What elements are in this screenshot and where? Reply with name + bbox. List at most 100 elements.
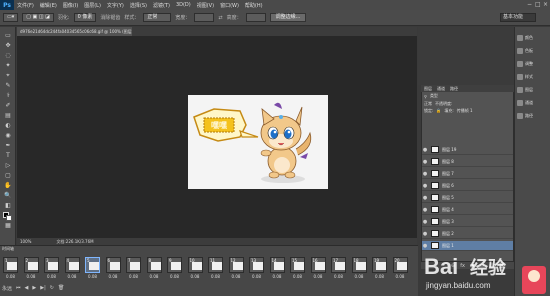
shape-tool-icon[interactable]: ▢: [2, 171, 14, 180]
visibility-eye-icon[interactable]: ●: [422, 219, 428, 225]
prev-frame-icon[interactable]: ◀: [25, 285, 29, 292]
visibility-eye-icon[interactable]: ●: [422, 171, 428, 177]
pen-tool-icon[interactable]: ✒: [2, 141, 14, 150]
unify-checkbox[interactable]: 传播帧 1: [457, 108, 473, 114]
frame-delay-select[interactable]: 0.08: [229, 274, 244, 280]
timeline-frame[interactable]: 12: [228, 257, 244, 273]
menu-filter[interactable]: 滤镜(T): [150, 2, 173, 9]
tab-channels[interactable]: 通道: [437, 85, 445, 92]
blend-mode-select[interactable]: 正常: [424, 101, 432, 107]
frame-delay-select[interactable]: 0.08: [85, 274, 100, 280]
crop-tool-icon[interactable]: ⌖: [2, 71, 14, 80]
dock-item-color[interactable]: 颜色: [517, 33, 549, 43]
document-info[interactable]: 文档:226.1K/3.76M: [56, 239, 93, 245]
selection-mode-icons[interactable]: ▢ ▣ ◫ ◪: [22, 13, 54, 22]
feather-input[interactable]: 0 像素: [73, 13, 97, 22]
layer-row[interactable]: ● 图层 19: [422, 145, 513, 155]
timeline-frame[interactable]: 10: [187, 257, 203, 273]
frame-delay-select[interactable]: 0.08: [147, 274, 162, 280]
timeline-frame[interactable]: 3: [44, 257, 59, 273]
frame-delay-select[interactable]: 0.08: [126, 274, 141, 280]
anti-alias-checkbox[interactable]: 消除锯齿: [100, 14, 120, 21]
frame-delay-select[interactable]: 0.08: [270, 274, 285, 280]
layer-row[interactable]: ● 图层 6: [422, 181, 513, 191]
frame-delay-select[interactable]: 0.08: [372, 274, 387, 280]
style-select[interactable]: 正常: [143, 13, 172, 22]
first-frame-icon[interactable]: ⏮: [16, 285, 21, 292]
filter-type-select[interactable]: 类型: [430, 93, 438, 99]
close-icon[interactable]: ×: [543, 1, 548, 8]
timeline-frame[interactable]: 16: [310, 257, 326, 273]
move-tool-icon[interactable]: ✥: [2, 41, 14, 50]
lasso-tool-icon[interactable]: ◌: [2, 51, 14, 60]
quick-select-tool-icon[interactable]: ✦: [2, 61, 14, 70]
history-brush-tool-icon[interactable]: ◐: [2, 121, 14, 130]
layer-row[interactable]: ● 图层 4: [422, 205, 513, 215]
frame-delay-select[interactable]: 0.08: [208, 274, 223, 280]
frame-delay-select[interactable]: 0.08: [3, 274, 18, 280]
document-tab[interactable]: d976e21d64dc244fa04034565c06c68.gif @ 10…: [17, 27, 132, 36]
marquee-tool-icon[interactable]: ▭: [2, 31, 14, 40]
frame-delay-select[interactable]: 0.08: [352, 274, 367, 280]
menu-view[interactable]: 视图(V): [194, 2, 217, 9]
timeline-frame[interactable]: 9: [167, 257, 182, 273]
dock-item-swatches[interactable]: 色板: [517, 46, 549, 56]
stamp-tool-icon[interactable]: ▤: [2, 111, 14, 120]
layer-row[interactable]: ● 图层 5: [422, 193, 513, 203]
type-tool-icon[interactable]: T: [2, 151, 14, 160]
play-icon[interactable]: ▶: [32, 285, 36, 292]
layer-row[interactable]: ● 图层 8: [422, 157, 513, 167]
timeline-frame[interactable]: 20: [392, 257, 408, 273]
filter-icon[interactable]: ⚲: [424, 94, 427, 99]
next-frame-icon[interactable]: ▶|: [40, 285, 46, 292]
timeline-frame[interactable]: 6: [105, 257, 121, 273]
dock-item-paths[interactable]: 路径: [517, 111, 549, 121]
menu-layer[interactable]: 图层(L): [81, 2, 104, 9]
frame-delay-select[interactable]: 0.08: [290, 274, 305, 280]
timeline-frame[interactable]: 15: [290, 257, 305, 273]
visibility-eye-icon[interactable]: ●: [422, 195, 428, 201]
frame-delay-select[interactable]: 0.08: [331, 274, 346, 280]
healing-tool-icon[interactable]: ⚕: [2, 91, 14, 100]
workspace-switcher[interactable]: 基本功能: [500, 13, 536, 22]
eyedropper-tool-icon[interactable]: ✎: [2, 81, 14, 90]
frame-delay-select[interactable]: 0.08: [106, 274, 121, 280]
timeline-frame[interactable]: 14: [269, 257, 285, 273]
timeline-frame[interactable]: 13: [249, 257, 264, 273]
menu-window[interactable]: 窗口(W): [217, 2, 242, 9]
timeline-frame[interactable]: 18: [351, 257, 367, 273]
dock-item-styles[interactable]: 样式: [517, 72, 549, 82]
timeline-frame[interactable]: 1: [3, 257, 18, 273]
eraser-tool-icon[interactable]: ◉: [2, 131, 14, 140]
menu-image[interactable]: 图像(I): [60, 2, 81, 9]
tab-paths[interactable]: 路径: [450, 85, 458, 92]
visibility-eye-icon[interactable]: ●: [422, 207, 428, 213]
visibility-eye-icon[interactable]: ●: [422, 147, 428, 153]
frame-delay-select[interactable]: 0.08: [249, 274, 264, 280]
visibility-eye-icon[interactable]: ●: [422, 231, 428, 237]
maximize-icon[interactable]: □: [535, 1, 541, 8]
tab-layers[interactable]: 图层: [424, 85, 432, 92]
menu-file[interactable]: 文件(F): [14, 2, 37, 9]
dock-item-adjustments[interactable]: 调整: [517, 59, 549, 69]
color-swatch-icon[interactable]: [2, 211, 14, 221]
timeline-frame[interactable]: 5: [85, 257, 100, 273]
width-input[interactable]: [194, 13, 215, 22]
refine-edge-button[interactable]: 调整边缘...: [269, 13, 307, 22]
visibility-eye-icon[interactable]: ●: [422, 183, 428, 189]
height-input[interactable]: [245, 13, 266, 22]
zoom-level[interactable]: 100%: [20, 239, 31, 244]
timeline-frame[interactable]: 17: [331, 257, 346, 273]
timeline-frame[interactable]: 4: [64, 257, 80, 273]
timeline-frame[interactable]: 11: [208, 257, 223, 273]
frame-delay-select[interactable]: 0.08: [24, 274, 39, 280]
minimize-icon[interactable]: −: [527, 1, 532, 8]
dock-item-layers[interactable]: 图层: [517, 85, 549, 95]
lock-icon[interactable]: 🔒: [436, 108, 441, 113]
path-select-tool-icon[interactable]: ▷: [2, 161, 14, 170]
frame-delay-select[interactable]: 0.08: [188, 274, 203, 280]
menu-select[interactable]: 选择(S): [127, 2, 150, 9]
hand-tool-icon[interactable]: ✋: [2, 181, 14, 190]
delete-frame-icon[interactable]: 🗑: [58, 285, 64, 292]
menu-help[interactable]: 帮助(H): [242, 2, 266, 9]
